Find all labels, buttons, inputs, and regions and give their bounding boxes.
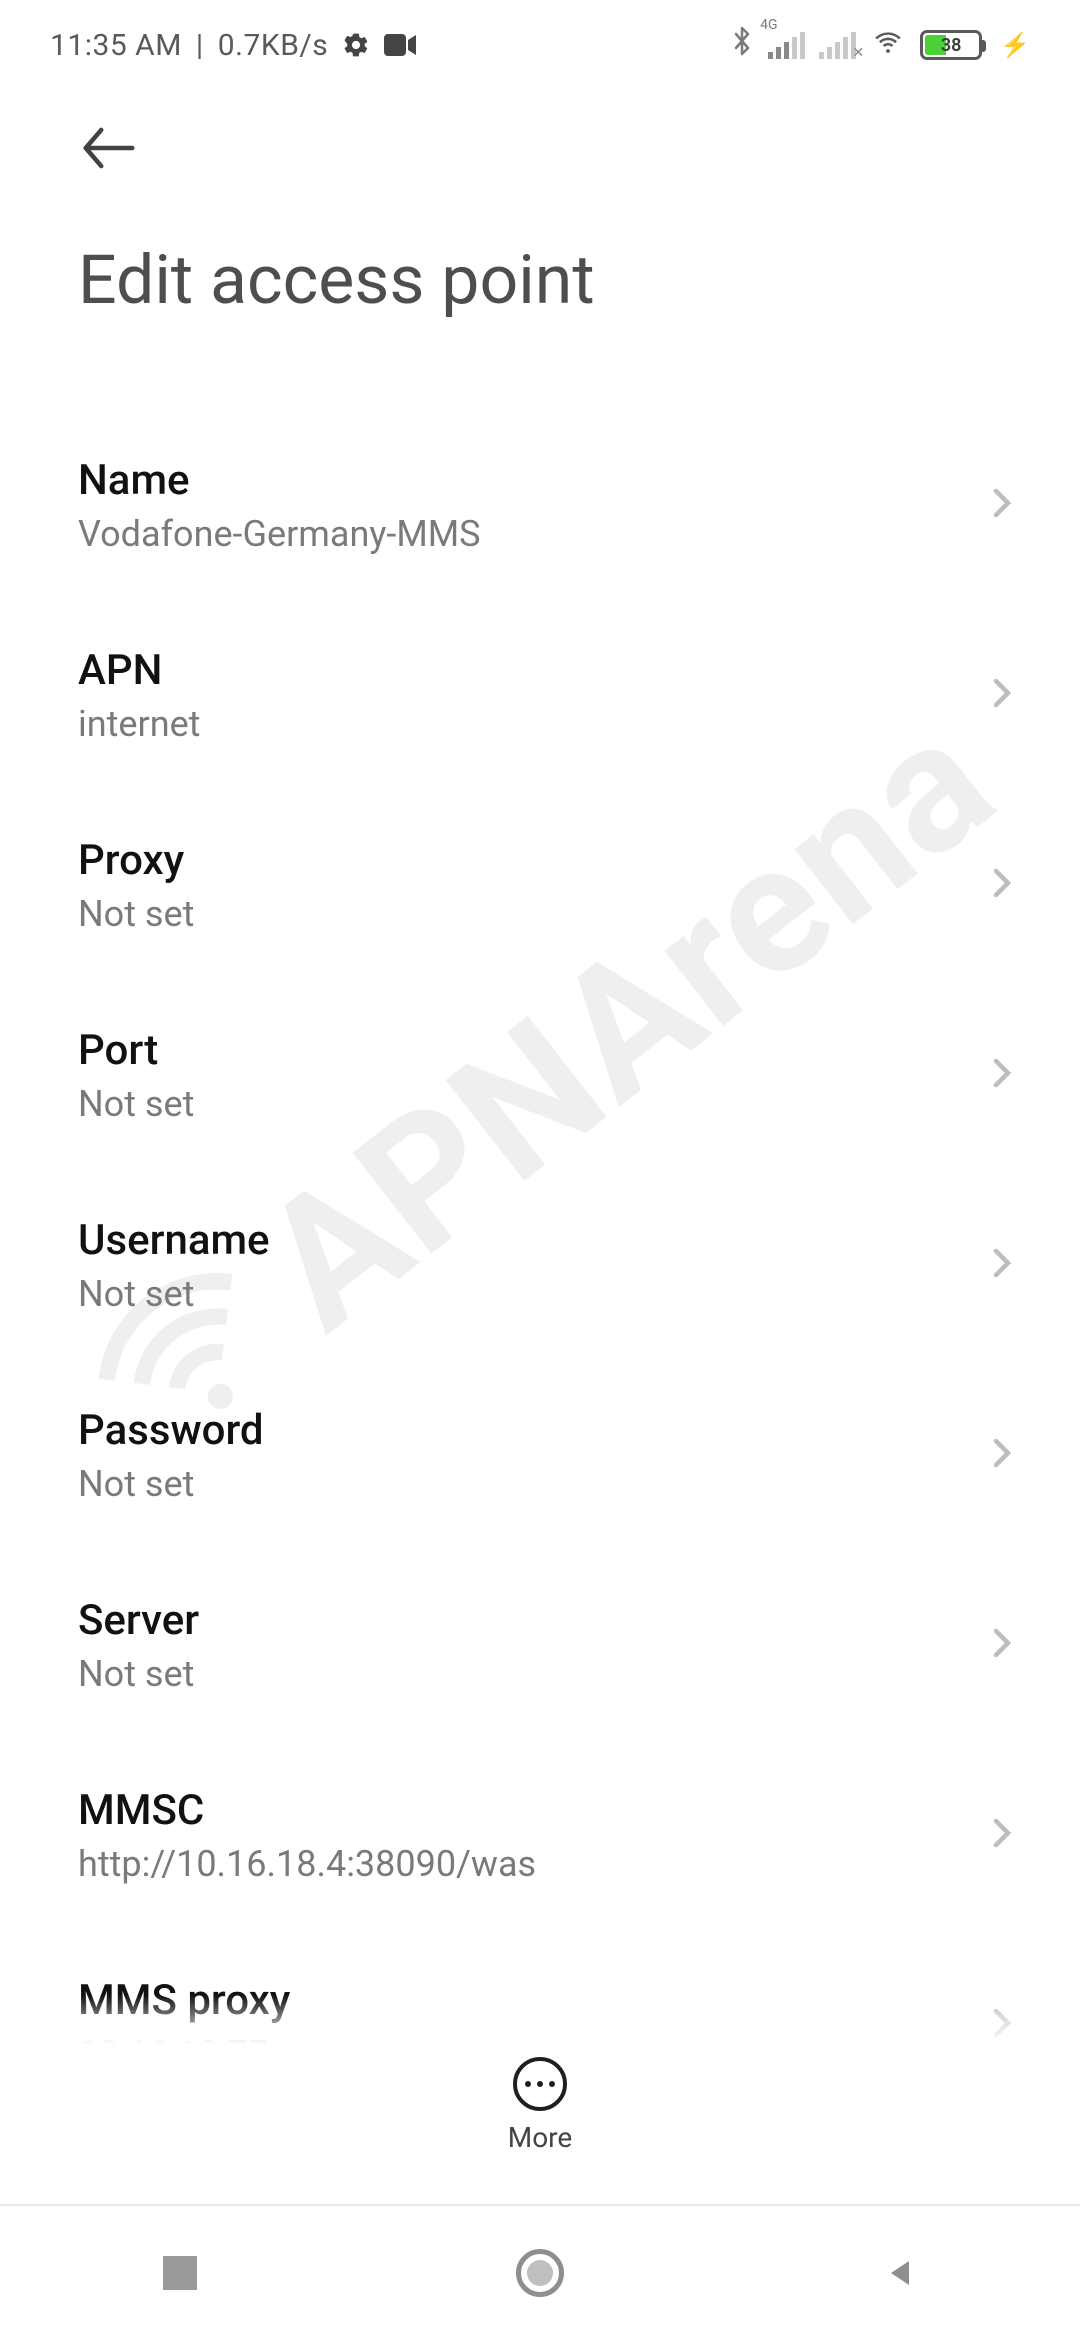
signal-4g-label: 4G <box>760 17 777 33</box>
setting-mmsc[interactable]: MMSC http://10.16.18.4:38090/was <box>0 1740 1080 1930</box>
setting-label: Username <box>78 1216 964 1265</box>
content-clip: 11:35 AM | 0.7KB/s 4G <box>0 0 1080 2044</box>
charging-icon: ⚡ <box>1000 31 1030 59</box>
setting-port[interactable]: Port Not set <box>0 980 1080 1170</box>
chevron-right-icon <box>984 485 1020 525</box>
status-net-speed: 0.7KB/s <box>218 28 329 63</box>
chevron-right-icon <box>984 1815 1020 1855</box>
more-icon <box>513 2057 567 2111</box>
nav-recent-button[interactable] <box>152 2245 208 2301</box>
setting-value: Vodafone-Germany-MMS <box>78 513 964 555</box>
no-sim-x-icon: ✕ <box>852 45 864 61</box>
signal-sim2-icon: ✕ <box>819 31 856 59</box>
setting-value: Not set <box>78 893 964 935</box>
nav-back-button[interactable] <box>872 2245 928 2301</box>
setting-value: Not set <box>78 1463 964 1505</box>
signal-sim1-icon: 4G <box>768 31 805 59</box>
setting-label: APN <box>78 646 964 695</box>
status-time: 11:35 AM <box>50 28 182 63</box>
setting-password[interactable]: Password Not set <box>0 1360 1080 1550</box>
battery-percent: 38 <box>923 35 979 56</box>
setting-username[interactable]: Username Not set <box>0 1170 1080 1360</box>
setting-value: Not set <box>78 1083 964 1125</box>
setting-label: Server <box>78 1596 964 1645</box>
nav-home-button[interactable] <box>512 2245 568 2301</box>
setting-value: Not set <box>78 1653 964 1695</box>
square-icon <box>163 2256 197 2290</box>
wifi-icon <box>870 26 906 64</box>
setting-value: internet <box>78 703 964 745</box>
page-title: Edit access point <box>0 210 1080 330</box>
setting-server[interactable]: Server Not set <box>0 1550 1080 1740</box>
chevron-right-icon <box>984 1625 1020 1665</box>
settings-icon <box>342 31 370 59</box>
back-button[interactable] <box>78 117 140 183</box>
setting-label: Port <box>78 1026 964 1075</box>
chevron-right-icon <box>984 1435 1020 1475</box>
video-icon <box>384 34 416 56</box>
status-left: 11:35 AM | 0.7KB/s <box>50 28 416 63</box>
chevron-right-icon <box>984 675 1020 715</box>
settings-list: Name Vodafone-Germany-MMS APN internet P… <box>0 330 1080 2044</box>
setting-value: Not set <box>78 1273 964 1315</box>
triangle-left-icon <box>882 2255 918 2291</box>
setting-proxy[interactable]: Proxy Not set <box>0 790 1080 980</box>
chevron-right-icon <box>984 1055 1020 1095</box>
setting-label: Proxy <box>78 836 964 885</box>
setting-value: http://10.16.18.4:38090/was <box>78 1843 964 1885</box>
status-bar: 11:35 AM | 0.7KB/s 4G <box>0 0 1080 90</box>
setting-label: Name <box>78 456 964 505</box>
chevron-right-icon <box>984 1245 1020 1285</box>
setting-name[interactable]: Name Vodafone-Germany-MMS <box>0 410 1080 600</box>
bottom-action-bar: More <box>0 2044 1080 2204</box>
screen: APNArena 11:35 AM | 0.7KB/s 4G <box>0 0 1080 2340</box>
setting-label: MMSC <box>78 1786 964 1835</box>
setting-apn[interactable]: APN internet <box>0 600 1080 790</box>
more-button[interactable]: More <box>508 2057 573 2154</box>
chevron-right-icon <box>984 865 1020 905</box>
setting-label: Password <box>78 1406 964 1455</box>
circle-icon <box>516 2249 564 2297</box>
more-label: More <box>508 2121 573 2154</box>
status-right: 4G ✕ 38 ⚡ <box>730 26 1030 64</box>
app-bar <box>0 90 1080 210</box>
bluetooth-icon <box>730 26 754 64</box>
battery-icon: 38 <box>920 30 982 60</box>
status-sep: | <box>196 28 204 63</box>
system-nav-bar <box>0 2204 1080 2340</box>
